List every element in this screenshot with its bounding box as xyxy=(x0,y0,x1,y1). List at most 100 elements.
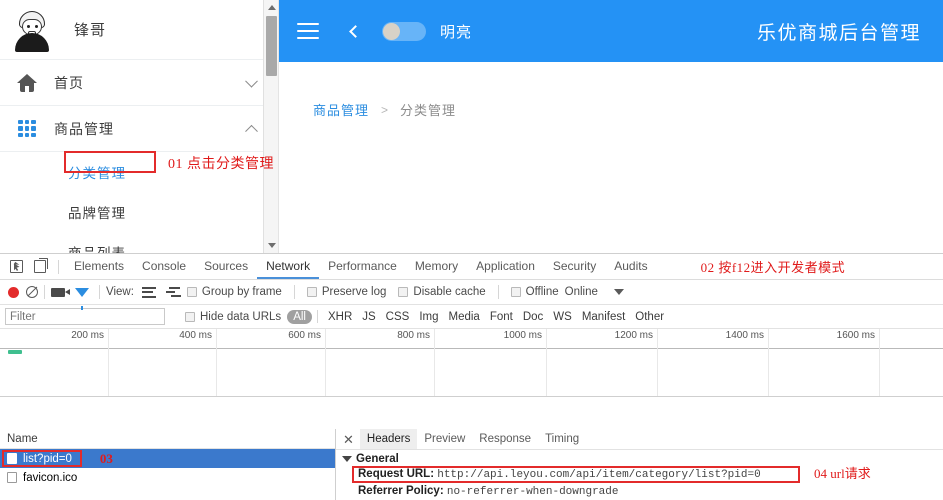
checkbox[interactable] xyxy=(186,287,197,297)
sidebar-item-product-management[interactable]: 商品管理 xyxy=(0,106,278,152)
record-icon[interactable] xyxy=(8,286,19,298)
document-icon xyxy=(7,472,17,483)
preserve-log-checkbox[interactable]: Preserve log xyxy=(301,286,393,298)
chevron-down-icon[interactable] xyxy=(613,289,624,295)
checkbox[interactable] xyxy=(306,287,317,297)
filter-type-css[interactable]: CSS xyxy=(381,311,415,323)
timeline-tick-label: 600 ms xyxy=(288,330,321,341)
close-icon[interactable]: ✕ xyxy=(341,433,360,446)
disable-cache-checkbox[interactable]: Disable cache xyxy=(392,286,491,298)
devtools-tabbar: Elements Console Sources Network Perform… xyxy=(0,254,943,280)
request-name: list?pid=0 xyxy=(23,452,72,465)
user-name: 锋哥 xyxy=(74,22,107,39)
tab-console[interactable]: Console xyxy=(133,254,195,279)
divider xyxy=(58,259,59,274)
filter-type-manifest[interactable]: Manifest xyxy=(577,311,630,323)
filter-type-xhr[interactable]: XHR xyxy=(323,311,357,323)
sidebar-item-label: 商品管理 xyxy=(54,120,114,137)
filter-type-ws[interactable]: WS xyxy=(548,311,577,323)
avatar xyxy=(10,7,54,52)
triangle-down-icon[interactable] xyxy=(342,456,352,462)
page-content: 明亮 乐优商城后台管理 商品管理 > 分类管理 xyxy=(279,0,943,253)
tab-preview[interactable]: Preview xyxy=(417,429,472,449)
page-title: 乐优商城后台管理 xyxy=(756,22,921,44)
tab-audits[interactable]: Audits xyxy=(605,254,656,279)
filter-input[interactable] xyxy=(5,308,165,325)
tab-timing[interactable]: Timing xyxy=(538,429,586,449)
divider xyxy=(316,310,318,323)
tab-response[interactable]: Response xyxy=(472,429,538,449)
scrollbar-thumb[interactable] xyxy=(266,16,277,76)
tab-performance[interactable]: Performance xyxy=(319,254,406,279)
group-by-frame-label: Group by frame xyxy=(201,286,282,298)
chevron-down-icon[interactable] xyxy=(245,74,258,88)
filter-type-all[interactable]: All xyxy=(287,309,312,324)
field-referrer-policy: Referrer Policy: no-referrer-when-downgr… xyxy=(336,483,943,500)
group-by-frame-checkbox[interactable]: Group by frame xyxy=(181,286,288,298)
filter-type-doc[interactable]: Doc xyxy=(518,311,548,323)
filter-type-img[interactable]: Img xyxy=(414,311,443,323)
disable-cache-label: Disable cache xyxy=(413,286,486,298)
hamburger-icon[interactable] xyxy=(297,23,319,39)
request-list-header[interactable]: Name xyxy=(0,429,335,449)
chevron-up-icon[interactable] xyxy=(245,124,258,138)
breadcrumb-separator-icon: > xyxy=(381,102,389,117)
timeline-tick-label: 1000 ms xyxy=(503,330,542,341)
tab-memory[interactable]: Memory xyxy=(406,254,467,279)
camera-icon[interactable] xyxy=(51,287,70,297)
filter-type-media[interactable]: Media xyxy=(444,311,485,323)
timeline-tick-label: 400 ms xyxy=(179,330,212,341)
clear-icon[interactable] xyxy=(26,286,38,298)
sidebar-subitem-label: 商品列表 xyxy=(68,242,126,253)
chevron-left-icon[interactable] xyxy=(349,24,362,38)
request-list: Name list?pid=0 03 favicon.ico xyxy=(0,429,336,500)
tab-application[interactable]: Application xyxy=(467,254,544,279)
table-row[interactable]: list?pid=0 03 xyxy=(0,449,335,468)
checkbox[interactable] xyxy=(510,287,521,297)
filter-type-js[interactable]: JS xyxy=(357,311,380,323)
view-label: View: xyxy=(106,286,134,298)
detail-tabbar: ✕ Headers Preview Response Timing xyxy=(336,429,943,450)
table-row[interactable]: favicon.ico xyxy=(0,468,335,487)
scroll-up-arrow-icon[interactable] xyxy=(264,0,279,15)
breadcrumb-parent[interactable]: 商品管理 xyxy=(313,100,369,119)
sidebar-subitem-brand-management[interactable]: 品牌管理 xyxy=(0,192,278,232)
annotation-text-02: 02 按f12进入开发者模式 xyxy=(700,260,846,275)
tab-sources[interactable]: Sources xyxy=(195,254,257,279)
tab-elements[interactable]: Elements xyxy=(65,254,133,279)
tab-headers[interactable]: Headers xyxy=(359,429,418,449)
sidebar-user[interactable]: 锋哥 xyxy=(0,0,278,60)
waterfall-view-icon[interactable] xyxy=(165,286,181,298)
scroll-down-arrow-icon[interactable] xyxy=(264,238,279,253)
network-bottom-split: Name list?pid=0 03 favicon.ico ✕ Headers xyxy=(0,429,943,500)
request-name: favicon.ico xyxy=(23,471,78,484)
throttling-value[interactable]: Online xyxy=(565,286,598,298)
filter-type-font[interactable]: Font xyxy=(485,311,518,323)
theme-toggle[interactable] xyxy=(382,21,426,41)
hide-data-urls-label: Hide data URLs xyxy=(200,310,282,323)
sidebar-subitem-product-list[interactable]: 商品列表 xyxy=(0,232,278,253)
network-timeline-overview[interactable]: 200 ms 400 ms 600 ms 800 ms 1000 ms 1200… xyxy=(0,329,943,397)
offline-checkbox[interactable]: Offline xyxy=(505,286,565,298)
tab-network[interactable]: Network xyxy=(257,254,320,279)
list-view-icon[interactable] xyxy=(141,286,156,298)
sidebar-item-home[interactable]: 首页 xyxy=(0,60,278,106)
field-key: Request URL: xyxy=(358,468,435,480)
checkbox[interactable] xyxy=(185,311,195,322)
timeline-tick-label: 1400 ms xyxy=(725,330,764,341)
filter-type-other[interactable]: Other xyxy=(630,311,669,323)
checkbox[interactable] xyxy=(398,287,409,297)
breadcrumb-current: 分类管理 xyxy=(400,103,457,118)
section-general[interactable]: General xyxy=(336,450,943,466)
offline-label: Offline xyxy=(525,286,559,298)
inspect-element-icon[interactable] xyxy=(4,256,28,278)
hide-data-urls-checkbox[interactable]: Hide data URLs xyxy=(179,311,287,323)
divider xyxy=(497,285,499,299)
sidebar-subitem-label: 品牌管理 xyxy=(68,206,126,221)
device-toolbar-icon[interactable] xyxy=(28,256,52,278)
timeline-tick-label: 800 ms xyxy=(397,330,430,341)
document-icon xyxy=(7,453,17,464)
funnel-icon[interactable] xyxy=(75,287,89,310)
sidebar-scrollbar[interactable] xyxy=(263,0,278,253)
tab-security[interactable]: Security xyxy=(544,254,605,279)
